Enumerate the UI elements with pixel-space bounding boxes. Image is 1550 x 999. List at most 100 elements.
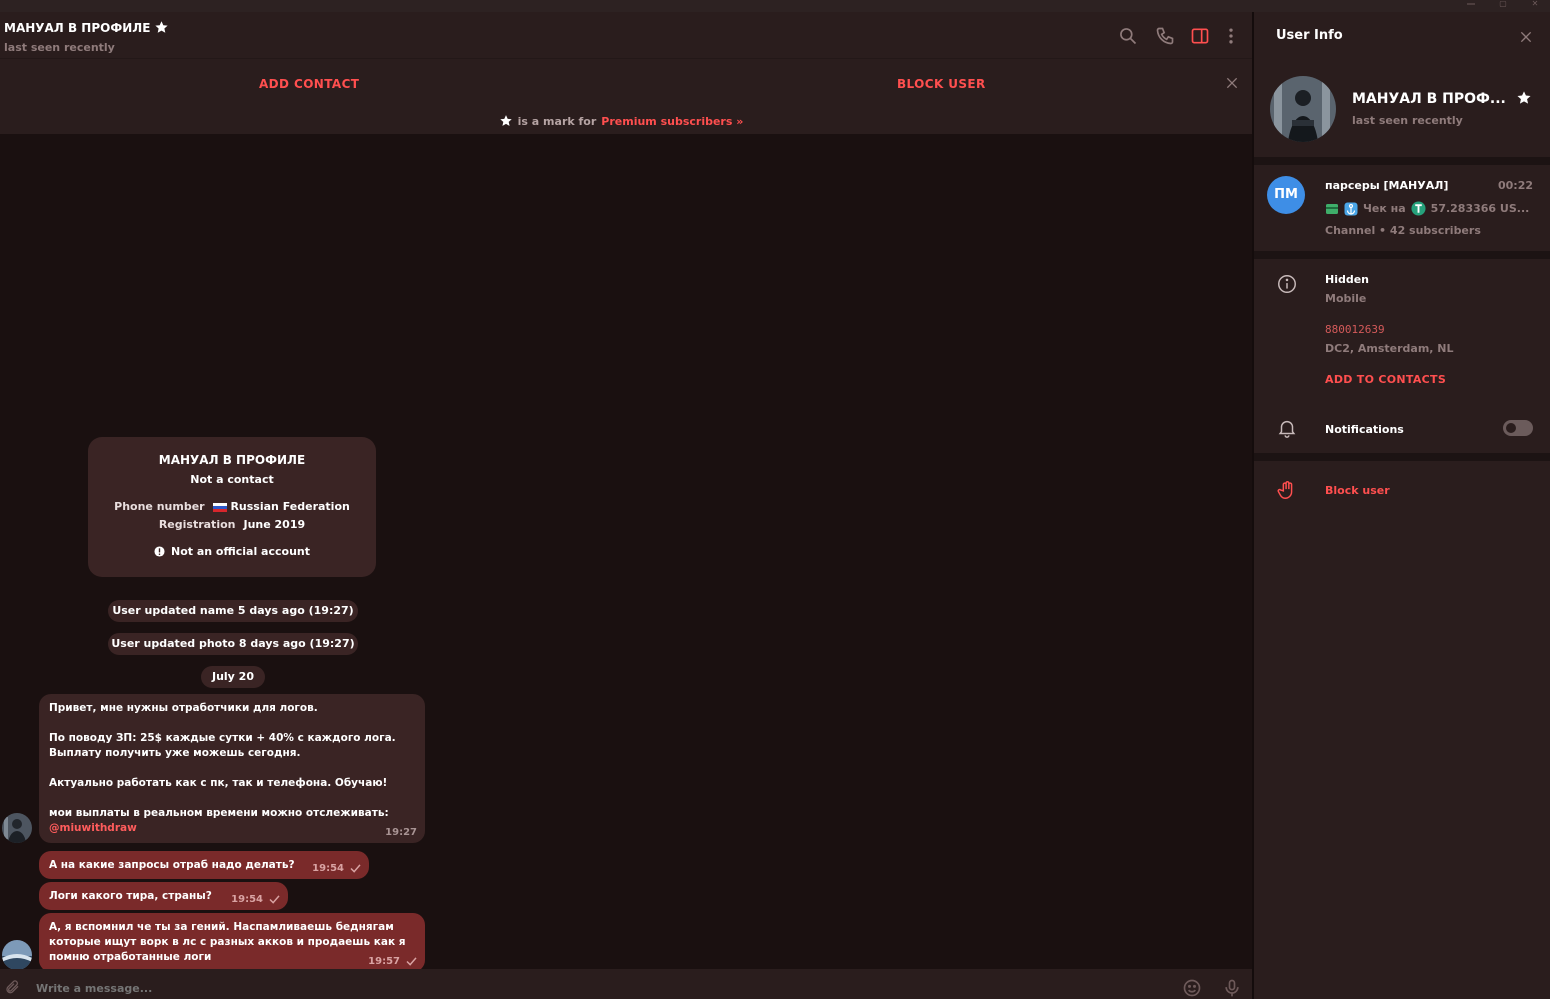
bell-icon [1278, 420, 1296, 438]
phone-number-value: Russian Federation [230, 500, 350, 513]
phone-icon[interactable] [1155, 26, 1175, 46]
sidebar-toggle-icon[interactable] [1190, 26, 1210, 46]
premium-note: is a mark for Premium subscribers » [0, 114, 1242, 128]
phone-label: Mobile [1325, 292, 1367, 305]
maximize-icon[interactable]: ▢ [1488, 0, 1518, 12]
hand-stop-icon [1277, 481, 1293, 499]
close-icon[interactable] [1224, 75, 1240, 91]
incoming-message-bubble[interactable]: Привет, мне нужны отработчики для логов.… [39, 694, 425, 843]
message-list[interactable]: МАНУАЛ В ПРОФИЛЕ Not a contact Phone num… [0, 134, 1252, 972]
premium-note-text: is a mark for [517, 114, 597, 128]
service-message: User updated name 5 days ago (19:27) [108, 600, 358, 622]
official-account-text: Not an official account [170, 545, 310, 558]
tether-coin-icon [1411, 201, 1426, 216]
chat-title[interactable]: МАНУАЛ В ПРОФИЛЕ [4, 20, 169, 35]
channel-message-amount: 57.283366 US... [1430, 202, 1530, 215]
info-icon [1278, 275, 1296, 293]
message-composer [0, 969, 1252, 999]
premium-star-icon[interactable] [1516, 90, 1532, 106]
search-icon[interactable] [1118, 26, 1138, 46]
sender-avatar[interactable] [2, 813, 32, 843]
profile-name: МАНУАЛ В ПРОФ... [1352, 91, 1506, 107]
registration-value: June 2019 [243, 518, 306, 531]
outgoing-message-bubble[interactable]: Логи какого тира, страны? 19:54 [39, 882, 288, 910]
message-line [49, 791, 415, 806]
check-icon [406, 957, 417, 966]
attach-icon[interactable] [4, 978, 20, 996]
chat-area: МАНУАЛ В ПРОФИЛЕ last seen recently ADD … [0, 12, 1252, 999]
profile-status: last seen recently [1352, 114, 1463, 127]
message-time: 19:54 [231, 894, 263, 905]
message-line: Выплату получить уже можешь сегодня. [49, 747, 301, 759]
mention-link[interactable]: @miuwithdraw [49, 821, 415, 836]
message-line: Привет, мне нужны отработчики для логов. [49, 702, 318, 714]
channel-avatar: ПМ [1267, 176, 1305, 214]
message-time-block: 19:54 [231, 892, 280, 907]
message-time: 19:57 [368, 956, 400, 967]
message-line: А, я вспомнил че ты за гений. Наспамлива… [49, 921, 394, 933]
exclamation-icon [154, 546, 165, 557]
my-avatar[interactable] [2, 940, 32, 970]
message-text: А на какие запросы отраб надо делать? [49, 859, 295, 871]
toggle-knob [1506, 423, 1516, 433]
datacenter-label: DC2, Amsterdam, NL [1325, 342, 1454, 355]
official-account-note: Not an official account [88, 545, 376, 558]
user-info-panel: User Info МАНУАЛ В ПРОФ... last seen rec… [1254, 12, 1550, 999]
phone-number-row: Phone number Russian Federation [88, 500, 376, 513]
message-line [49, 716, 415, 731]
message-line: мои выплаты в реальном времени можно отс… [49, 807, 389, 819]
registration-row: Registration June 2019 [88, 518, 376, 531]
message-time: 19:54 [312, 863, 344, 874]
check-icon [269, 895, 280, 904]
message-line: которые ищут ворк в лс с разных акков и … [49, 936, 406, 948]
section-separator [1254, 251, 1550, 259]
microphone-icon[interactable] [1222, 977, 1242, 999]
phone-number-label: Phone number [114, 500, 205, 513]
contact-action-bar: ADD CONTACT BLOCK USER is a mark for Pre… [0, 58, 1252, 134]
outgoing-message-bubble[interactable]: А на какие запросы отраб надо делать? 19… [39, 851, 369, 879]
message-time: 19:27 [385, 827, 417, 838]
add-to-contacts-button[interactable]: ADD TO CONTACTS [1325, 373, 1446, 386]
notifications-toggle[interactable] [1503, 420, 1533, 436]
block-user-link[interactable]: Block user [1325, 484, 1390, 497]
more-vertical-icon[interactable] [1221, 26, 1241, 46]
card-emoji-icon [1326, 203, 1338, 214]
channel-name: парсеры [МАНУАЛ] [1325, 179, 1449, 192]
minimize-icon[interactable]: ― [1456, 0, 1486, 12]
window-titlebar: ― ▢ ✕ [0, 0, 1550, 12]
message-text: Логи какого тира, страны? [49, 890, 212, 902]
anchor-emoji-icon [1344, 202, 1358, 215]
chat-header[interactable]: МАНУАЛ В ПРОФИЛЕ last seen recently [0, 12, 1252, 58]
phone-value[interactable]: Hidden [1325, 273, 1369, 286]
message-time-block: 19:54 [312, 861, 361, 876]
close-panel-icon[interactable] [1518, 29, 1534, 45]
info-card-subtitle: Not a contact [190, 473, 274, 486]
user-info-card: МАНУАЛ В ПРОФИЛЕ Not a contact Phone num… [88, 437, 376, 577]
message-line [49, 761, 415, 776]
message-time-block: 19:57 [368, 954, 417, 969]
section-separator [1254, 453, 1550, 461]
premium-link[interactable]: Premium subscribers » [601, 115, 743, 128]
chat-title-text: МАНУАЛ В ПРОФИЛЕ [4, 20, 151, 35]
emoji-icon[interactable] [1182, 978, 1202, 998]
message-line: помню отработанные логи [49, 951, 212, 963]
notifications-label: Notifications [1325, 423, 1404, 436]
panel-title: User Info [1276, 28, 1343, 43]
channel-meta: Channel • 42 subscribers [1325, 224, 1481, 237]
message-input[interactable] [36, 982, 636, 995]
premium-star-icon [499, 115, 512, 126]
user-id[interactable]: 880012639 [1325, 323, 1385, 336]
add-contact-button[interactable]: ADD CONTACT [259, 77, 359, 91]
channel-time: 00:22 [1498, 179, 1534, 192]
channel-message-text: Чек на [1363, 202, 1406, 215]
profile-avatar[interactable] [1270, 76, 1336, 142]
section-separator [1254, 157, 1550, 165]
date-separator: July 20 [201, 666, 265, 688]
outgoing-message-bubble[interactable]: А, я вспомнил че ты за гений. Наспамлива… [39, 913, 425, 972]
message-line: Актуально работать как с пк, так и телеф… [49, 777, 388, 789]
channel-last-message: Чек на 57.283366 US... [1325, 201, 1529, 216]
chat-status: last seen recently [4, 41, 115, 54]
info-card-title: МАНУАЛ В ПРОФИЛЕ [158, 453, 306, 467]
block-user-button[interactable]: BLOCK USER [897, 77, 986, 91]
close-window-icon[interactable]: ✕ [1520, 0, 1550, 12]
